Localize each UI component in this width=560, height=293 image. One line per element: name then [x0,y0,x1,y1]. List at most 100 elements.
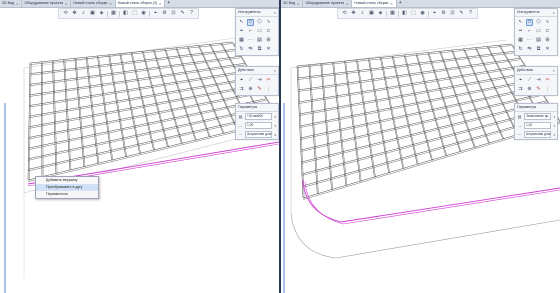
menu-item-convert-to-arc[interactable]: Преобразовать в дугу [36,184,98,191]
close-icon[interactable]: × [109,0,111,7]
display-icon[interactable]: ▦ [389,10,396,17]
hook-icon[interactable]: ⊂ [544,28,551,35]
stirrup-icon[interactable]: ▭ [535,28,542,35]
paint-icon[interactable]: ✎ [535,86,542,93]
copy-icon[interactable]: ⧉ [256,46,263,53]
mesh-icon[interactable]: ▦ [238,37,245,44]
rectangle-tool-icon[interactable]: □ [247,19,254,26]
close-icon[interactable]: × [274,68,276,73]
join-icon[interactable]: ⊕ [526,86,533,93]
chevron-down-icon[interactable]: ▾ [274,124,276,128]
chevron-down-icon[interactable]: ▾ [274,115,276,119]
offset-icon[interactable]: ⇉ [517,86,524,93]
section-icon[interactable]: ◧ [401,10,408,17]
section-icon[interactable]: ◧ [122,10,129,17]
chevron-down-icon[interactable]: ▾ [553,133,555,137]
trim-icon[interactable]: ✂ [544,77,551,84]
select-icon[interactable]: ⬚ [410,10,417,17]
more-actions-icon[interactable]: ⋮ [544,86,551,93]
orbit-icon[interactable]: ⟲ [62,10,69,17]
param-field[interactable]: +30 мм900 [245,113,273,120]
stirrup-icon[interactable]: ▭ [256,28,263,35]
curve-tool-icon[interactable]: ∿ [265,19,272,26]
edit-vertex-icon[interactable]: ⌖ [517,77,524,84]
param-field[interactable]: 1,00 [524,122,552,129]
delete-icon[interactable]: ✕ [265,46,272,53]
add-tab-button[interactable]: + [397,0,405,7]
param-field[interactable]: Актуальная длина [245,131,273,138]
pan-icon[interactable]: ✥ [71,10,78,17]
hook-icon[interactable]: ⊂ [265,28,272,35]
view-icon[interactable]: ◈ [377,10,384,17]
trim-icon[interactable]: ✂ [265,77,272,84]
pan-icon[interactable]: ✥ [350,10,357,17]
pointer-icon[interactable]: ↖ [517,19,524,26]
layer-tool-icon[interactable]: ▤ [535,37,542,44]
annotate-icon[interactable]: ✎ [179,10,186,17]
more-actions-icon[interactable]: ⋮ [265,86,272,93]
close-icon[interactable]: × [297,0,299,7]
close-icon[interactable]: × [274,10,276,15]
display-icon[interactable]: ▦ [110,10,117,17]
rebar-bent-icon[interactable]: ⌐ [247,28,254,35]
add-tab-button[interactable]: + [165,0,173,7]
help-icon[interactable]: ? [188,10,195,17]
annotate-icon[interactable]: ✎ [458,10,465,17]
zoom-icon[interactable]: ⌕ [80,10,87,17]
snap-icon[interactable]: ⌖ [431,10,438,17]
rectangle-tool-icon[interactable]: □ [526,19,533,26]
close-icon[interactable]: × [553,68,555,73]
polygon-tool-icon[interactable]: ⬠ [535,19,542,26]
pointer-icon[interactable]: ↖ [238,19,245,26]
cover-icon[interactable]: ⊞ [265,37,272,44]
measure-icon[interactable]: ⊡ [170,10,177,17]
paint-icon[interactable]: ✎ [256,86,263,93]
chevron-down-icon[interactable]: ▾ [274,133,276,137]
help-icon[interactable]: ? [467,10,474,17]
split-icon[interactable]: ⟋ [247,77,254,84]
param-field[interactable]: Актуальная длина [524,131,552,138]
mesh-icon[interactable]: ▦ [517,37,524,44]
spacing-tool-icon[interactable]: ⋯ [526,37,533,44]
offset-icon[interactable]: ⇉ [238,86,245,93]
rotate-icon[interactable]: ↻ [517,46,524,53]
tab-3d-view[interactable]: 3D Вид × [281,0,304,7]
fit-icon[interactable]: ▣ [368,10,375,17]
visibility-icon[interactable]: ◉ [140,10,147,17]
close-icon[interactable]: × [553,10,555,15]
copy-icon[interactable]: ⧉ [535,46,542,53]
visibility-icon[interactable]: ◉ [419,10,426,17]
close-icon[interactable]: × [65,0,67,7]
zoom-icon[interactable]: ⌕ [359,10,366,17]
rebar-straight-icon[interactable]: ━ [517,28,524,35]
extend-icon[interactable]: ⇥ [535,77,542,84]
close-icon[interactable]: × [390,0,392,7]
select-icon[interactable]: ⬚ [131,10,138,17]
orbit-icon[interactable]: ⟲ [341,10,348,17]
extend-icon[interactable]: ⇥ [256,77,263,84]
spacing-tool-icon[interactable]: ⋯ [247,37,254,44]
close-icon[interactable]: × [16,0,18,7]
tab-3d-view[interactable]: 3D Вид × [0,0,23,7]
tab-project-equipment[interactable]: Оборудование проекта × [22,0,72,7]
mirror-icon[interactable]: ⇋ [247,46,254,53]
rebar-bent-icon[interactable]: ⌐ [526,28,533,35]
split-icon[interactable]: ⟋ [526,77,533,84]
fit-icon[interactable]: ▣ [89,10,96,17]
layer-tool-icon[interactable]: ▤ [256,37,263,44]
view-icon[interactable]: ◈ [98,10,105,17]
param-field[interactable]: Заполнение ар... [524,113,552,120]
rebar-straight-icon[interactable]: ━ [238,28,245,35]
curve-tool-icon[interactable]: ∿ [544,19,551,26]
snap-icon[interactable]: ⌖ [152,10,159,17]
polygon-tool-icon[interactable]: ⬠ [256,19,263,26]
tab-assembly-style[interactable]: Новый стиль сборки × [352,0,397,7]
tab-assembly-style-3[interactable]: Новый стиль сборки (3) × [115,0,166,7]
chevron-down-icon[interactable]: ▾ [553,115,555,119]
mirror-icon[interactable]: ⇋ [526,46,533,53]
measure-icon[interactable]: ⊡ [449,10,456,17]
settings-icon[interactable]: ⚙ [440,10,447,17]
edit-vertex-icon[interactable]: ⌖ [238,77,245,84]
rotate-icon[interactable]: ↻ [238,46,245,53]
menu-item-add-vertex[interactable]: Добавить вершину [36,177,98,184]
